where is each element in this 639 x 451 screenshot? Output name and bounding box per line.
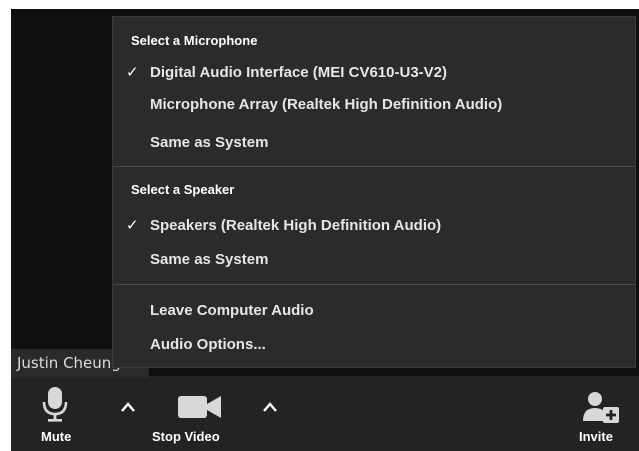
menu-item-label: Same as System [150,134,269,151]
menu-divider [113,166,635,167]
video-camera-icon [178,396,221,418]
check-icon: ✓ [126,217,139,234]
menu-item-label: Digital Audio Interface (MEI CV610-U3-V2… [150,64,447,81]
microphone-option[interactable]: ✓ Digital Audio Interface (MEI CV610-U3-… [113,58,635,88]
stop-video-label: Stop Video [152,429,220,444]
invite-label: Invite [579,429,613,444]
speaker-section-header: Select a Speaker [131,182,235,197]
chevron-up-icon[interactable] [262,401,278,413]
menu-item-label: Same as System [150,251,269,268]
meeting-toolbar: Mute Stop Video Invite [11,376,639,451]
microphone-icon [42,387,68,422]
add-participant-icon [583,392,619,423]
audio-menu: Select a Microphone ✓ Digital Audio Inte… [112,16,636,368]
leave-computer-audio-item[interactable]: Leave Computer Audio [113,296,635,326]
menu-item-label: Microphone Array (Realtek High Definitio… [150,96,503,113]
speaker-option[interactable]: ✓ Speakers (Realtek High Definition Audi… [113,211,635,241]
mute-label: Mute [41,429,72,444]
invite-button[interactable]: Invite [569,382,635,448]
microphone-option[interactable]: Same as System [113,128,635,158]
speaker-option[interactable]: Same as System [113,245,635,275]
menu-item-label: Speakers (Realtek High Definition Audio) [150,217,442,234]
audio-options-item[interactable]: Audio Options... [113,330,635,360]
chevron-up-icon[interactable] [120,401,136,413]
menu-item-label: Audio Options... [150,336,266,353]
mute-button[interactable]: Mute [25,382,85,448]
microphone-section-header: Select a Microphone [131,33,258,48]
stop-video-button[interactable]: Stop Video [149,382,249,448]
menu-divider [113,284,635,285]
check-icon: ✓ [126,64,139,81]
microphone-option[interactable]: Microphone Array (Realtek High Definitio… [113,90,635,120]
menu-item-label: Leave Computer Audio [150,302,314,319]
